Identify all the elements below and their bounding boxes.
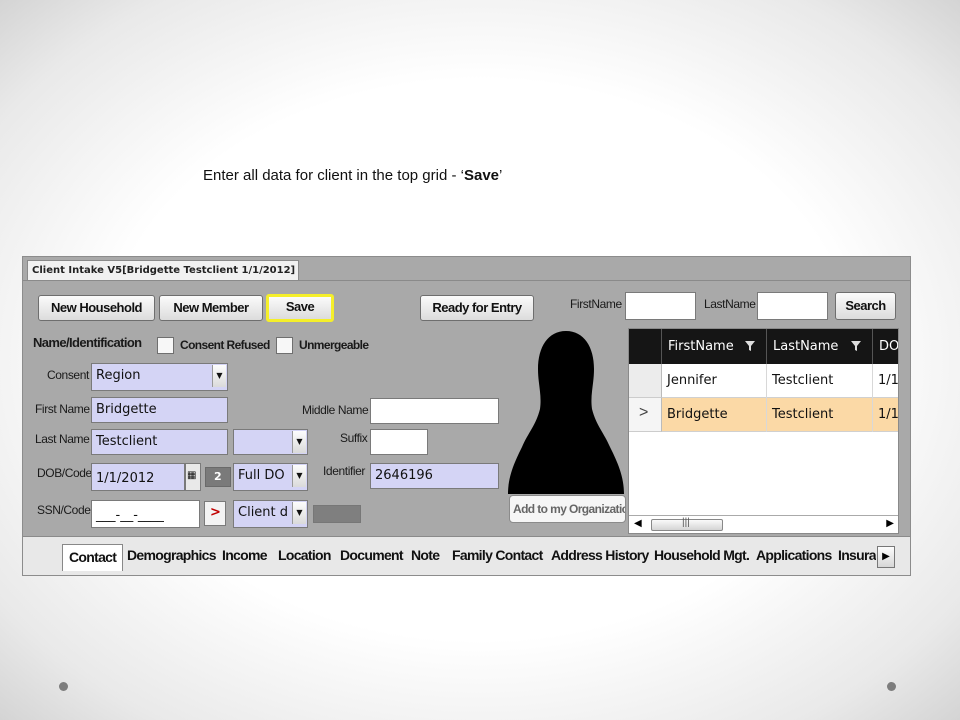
first-name-label: First Name (35, 402, 90, 416)
window-tab[interactable]: Client Intake V5[Bridgette Testclient 1/… (27, 260, 299, 280)
search-results-grid: FirstName LastName DO Jennifer Testclien… (628, 328, 899, 534)
save-button[interactable]: Save (266, 294, 334, 322)
middle-name-label: Middle Name (302, 403, 369, 417)
column-dob-label: DO (879, 339, 899, 354)
caption-prefix: Enter all data for client in the top gri… (203, 167, 464, 184)
tab-family-contact[interactable]: Family Contact (452, 547, 543, 563)
caption-suffix: ’ (499, 167, 503, 184)
tab-address-history[interactable]: Address History (551, 547, 649, 563)
filter-icon[interactable] (745, 341, 755, 351)
consent-refused-checkbox[interactable] (157, 337, 174, 354)
search-firstname-label: FirstName (570, 297, 622, 311)
cell-lastname: Testclient (767, 364, 873, 398)
consent-value: Region (96, 368, 141, 383)
search-button[interactable]: Search (835, 292, 896, 320)
tab-demographics[interactable]: Demographics (127, 547, 217, 563)
middle-name-field[interactable] (370, 398, 499, 424)
tabs-scroll-right-icon[interactable]: ▶ (877, 546, 895, 568)
horizontal-scrollbar[interactable]: ◀ ||| ▶ (629, 515, 898, 533)
grid-header-selector (629, 329, 662, 364)
consent-select[interactable]: Region ▼ (91, 363, 228, 391)
chevron-down-icon[interactable]: ▼ (292, 502, 306, 524)
slide-decoration-dot-left (59, 682, 68, 691)
dob-field[interactable]: 1/1/2012 (91, 463, 185, 491)
cell-lastname: Testclient (767, 398, 873, 432)
search-lastname-input[interactable] (757, 292, 828, 320)
row-selector-active[interactable]: > (629, 398, 662, 432)
identifier-label: Identifier (323, 464, 366, 478)
search-firstname-input[interactable] (625, 292, 696, 320)
slide-decoration-dot-right (887, 682, 896, 691)
detail-tabs: Contact Demographics Income Location Doc… (23, 536, 910, 575)
scroll-right-icon[interactable]: ▶ (886, 518, 894, 529)
caption-bold-save: Save (463, 167, 500, 184)
tab-contact[interactable]: Contact (62, 544, 124, 571)
suffix-label: Suffix (340, 431, 368, 445)
calendar-icon[interactable]: ▦ (185, 463, 201, 491)
column-firstname-label: FirstName (668, 339, 734, 354)
ssn-label: SSN/Code (37, 503, 91, 517)
column-header-dob[interactable]: DO (873, 329, 899, 364)
scroll-left-icon[interactable]: ◀ (634, 518, 642, 529)
client-intake-window: Client Intake V5[Bridgette Testclient 1/… (22, 256, 911, 576)
chevron-right-icon: > (639, 404, 649, 421)
tab-note[interactable]: Note (411, 547, 440, 563)
suffix-field[interactable] (370, 429, 428, 455)
chevron-down-icon[interactable]: ▼ (212, 365, 226, 387)
person-silhouette-icon (508, 331, 624, 494)
cell-firstname: Bridgette (662, 398, 767, 432)
tab-divider (23, 280, 910, 281)
scrollbar-thumb[interactable]: ||| (651, 517, 723, 531)
dob-code-select[interactable]: Full DO ▼ (233, 463, 308, 491)
cell-firstname: Jennifer (662, 364, 767, 398)
tab-insurance[interactable]: Insura (838, 547, 876, 563)
new-household-button[interactable]: New Household (38, 295, 155, 321)
identifier-field[interactable]: 2646196 (370, 463, 499, 489)
filter-icon[interactable] (851, 341, 861, 351)
consent-label: Consent (47, 368, 89, 382)
consent-refused-label: Consent Refused (180, 338, 270, 352)
cell-dob: 1/1 (878, 407, 899, 422)
last-name-field[interactable]: Testclient (91, 429, 228, 455)
unmergeable-label: Unmergeable (299, 338, 369, 352)
add-to-organization-button[interactable]: Add to my Organizatic (509, 495, 626, 523)
first-name-field[interactable]: Bridgette (91, 397, 228, 423)
new-member-button[interactable]: New Member (159, 295, 263, 321)
grid-header: FirstName LastName DO (629, 329, 899, 364)
last-name-label: Last Name (35, 432, 90, 446)
dob-code-value: Full DO (238, 468, 285, 483)
client-photo (506, 329, 626, 494)
ready-for-entry-button[interactable]: Ready for Entry (420, 295, 534, 321)
column-lastname-label: LastName (773, 339, 839, 354)
chevron-down-icon[interactable]: ▼ (292, 431, 306, 453)
cell-dob: 1/1 (878, 373, 899, 388)
search-lastname-label: LastName (704, 297, 756, 311)
ssn-arrow-button[interactable]: > (204, 501, 226, 526)
ssn-field[interactable]: ___-__-____ (91, 500, 200, 528)
ssn-code-value: Client d (238, 505, 289, 520)
unmergeable-checkbox[interactable] (276, 337, 293, 354)
row-selector[interactable] (629, 364, 662, 398)
table-row-selected[interactable]: Bridgette Testclient 1/1 (662, 398, 899, 432)
ssn-status-indicator (313, 505, 361, 523)
name-suffix-select[interactable]: ▼ (233, 429, 308, 455)
tab-income[interactable]: Income (222, 547, 268, 563)
tab-location[interactable]: Location (278, 547, 331, 563)
section-title: Name/Identification (33, 335, 142, 350)
tab-household-mgt[interactable]: Household Mgt. (654, 547, 750, 563)
grip-icon: ||| (682, 517, 690, 528)
chevron-down-icon[interactable]: ▼ (292, 465, 306, 487)
tab-document[interactable]: Document (340, 547, 404, 563)
ssn-code-select[interactable]: Client d ▼ (233, 500, 308, 528)
dob-label: DOB/Code (37, 466, 92, 480)
tab-applications[interactable]: Applications (756, 547, 832, 563)
dob-code-badge: 2 (205, 467, 231, 487)
table-row[interactable]: Jennifer Testclient 1/1 (662, 364, 899, 398)
instruction-caption: Enter all data for client in the top gri… (203, 167, 502, 184)
